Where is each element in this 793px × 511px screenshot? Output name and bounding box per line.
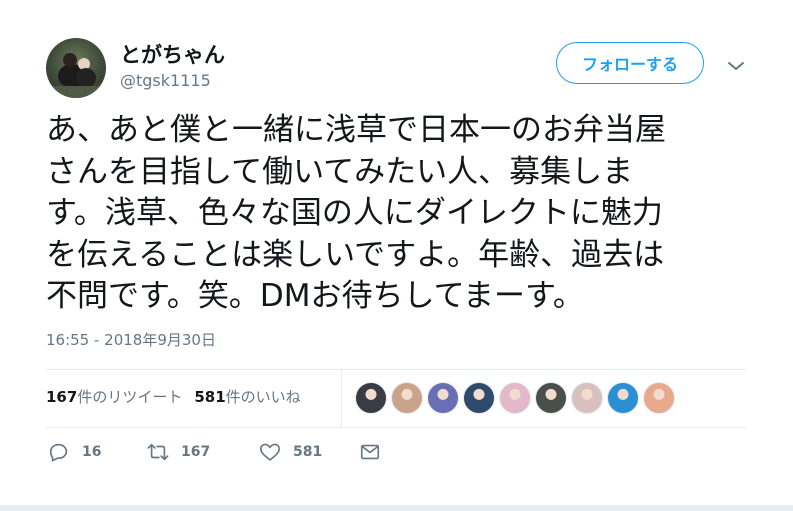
tweet-timestamp[interactable]: 16:55 - 2018年9月30日 (46, 329, 216, 350)
envelope-icon (360, 444, 380, 460)
retweet-icon (147, 443, 169, 461)
heart-icon (260, 443, 280, 461)
reply-count: 16 (82, 444, 102, 460)
user-avatar[interactable] (46, 38, 106, 98)
retweets-count: 167 (46, 388, 78, 406)
chevron-down-icon[interactable] (726, 58, 746, 72)
divider (46, 369, 746, 370)
liker-avatar[interactable] (355, 382, 387, 414)
tweet-text: あ、あと僕と一緒に浅草で日本一のお弁当屋 さんを目指して働いてみたい人、募集しま… (46, 110, 746, 318)
reply-button[interactable]: 16 (48, 441, 147, 463)
avatar-photo-icon (46, 53, 106, 98)
liker-avatar[interactable] (535, 382, 567, 414)
liker-avatar[interactable] (427, 382, 459, 414)
like-count: 581 (293, 444, 323, 460)
direct-message-button[interactable] (359, 441, 381, 463)
tweet-card: とがちゃん @tgsk1115 フォローする あ、あと僕と一緒に浅草で日本一のお… (0, 0, 793, 511)
display-name[interactable]: とがちゃん (120, 39, 225, 69)
liker-avatar[interactable] (499, 382, 531, 414)
tweet-stats: 167件のリツイート 581件のいいね (46, 386, 301, 407)
liker-avatar[interactable] (463, 382, 495, 414)
reply-icon (49, 443, 68, 462)
like-button[interactable]: 581 (259, 441, 359, 463)
liker-avatar[interactable] (391, 382, 423, 414)
page-bottom-edge (0, 505, 793, 511)
tweet-text-line: さんを目指して働いてみたい人、募集しま (46, 153, 634, 190)
tweet-actions: 16 167 581 (48, 441, 381, 463)
screen-name[interactable]: @tgsk1115 (120, 71, 211, 90)
retweets-label: 件のリツイート (77, 388, 183, 406)
likers-avatars (355, 382, 675, 414)
retweets-stat[interactable]: 167件のリツイート (46, 388, 182, 406)
tweet-text-line: を伝えることは楽しいですよ。年齢、過去は (46, 236, 665, 273)
follow-button[interactable]: フォローする (556, 42, 704, 84)
divider (46, 427, 746, 428)
tweet-text-line: あ、あと僕と一緒に浅草で日本一のお弁当屋 (46, 112, 666, 148)
liker-avatar[interactable] (571, 382, 603, 414)
liker-avatar[interactable] (607, 382, 639, 414)
likes-stat[interactable]: 581件のいいね (194, 388, 300, 406)
likes-count: 581 (194, 388, 226, 406)
stats-separator (341, 369, 342, 427)
liker-avatar[interactable] (643, 382, 675, 414)
retweet-count: 167 (181, 444, 211, 460)
tweet-text-line: す。浅草、色々な国の人にダイレクトに魅力 (46, 195, 663, 231)
retweet-button[interactable]: 167 (147, 441, 259, 463)
tweet-text-line: 不問です。笑。DMお待ちしてまーす。 (46, 278, 584, 314)
likes-label: 件のいいね (225, 388, 301, 406)
